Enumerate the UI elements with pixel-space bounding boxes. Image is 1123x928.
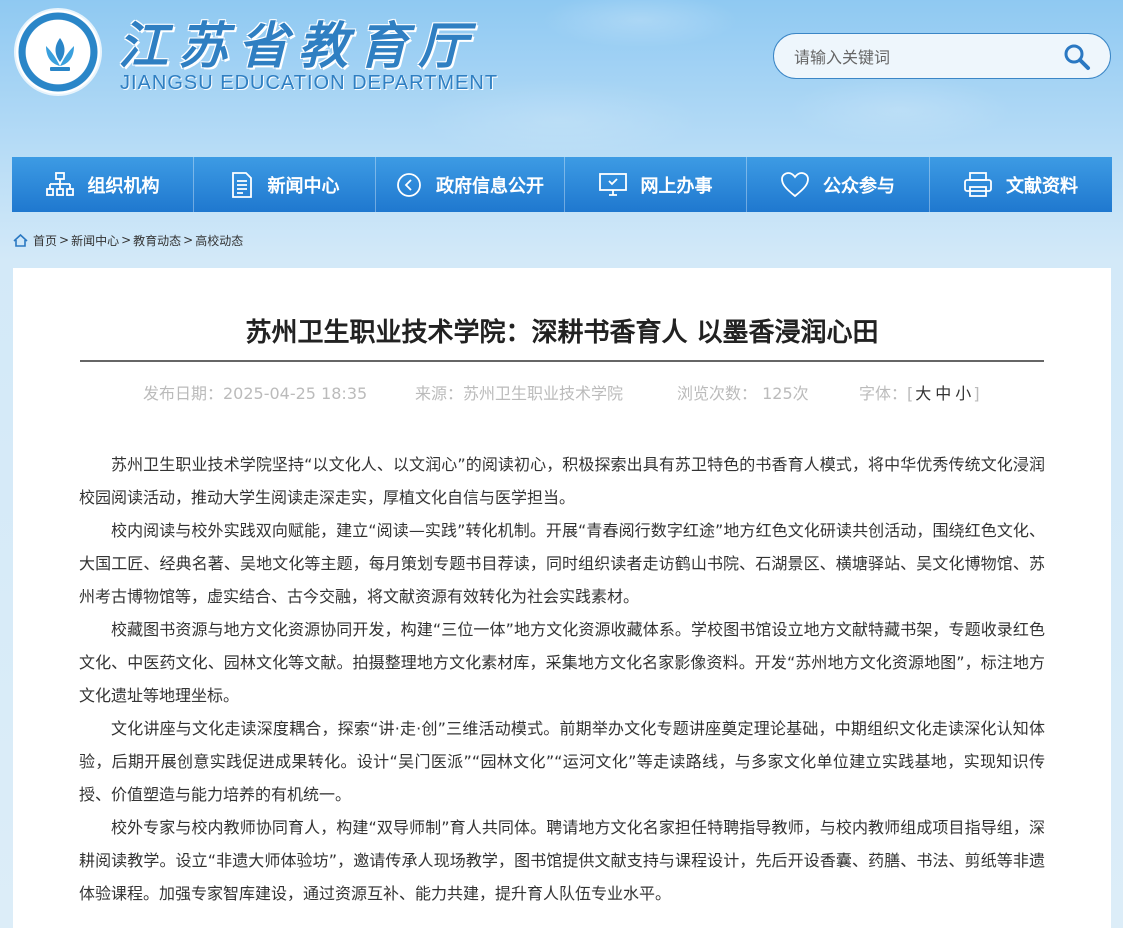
printer-icon xyxy=(964,171,992,197)
article-paragraph: 校内阅读与校外实践双向赋能，建立“阅读—实践”转化机制。开展“青春阅行数字红途”… xyxy=(79,521,1045,606)
article-paragraph: 文化讲座与文化走读深度耦合，探索“讲·走·创”三维活动模式。前期举办文化专题讲座… xyxy=(79,719,1045,804)
nav-item-label: 组织机构 xyxy=(87,175,160,197)
publish-date: 发布日期：2025-04-25 18:35 xyxy=(143,384,368,403)
article-panel: 苏州卫生职业技术学院：深耕书香育人 以墨香浸润心田 发布日期：2025-04-2… xyxy=(13,268,1111,928)
article-paragraph: 苏州卫生职业技术学院坚持“以文化人、以文润心”的阅读初心，积极探索出具有苏卫特色… xyxy=(79,455,1045,507)
site-subtitle: JIANGSU EDUCATION DEPARTMENT xyxy=(120,72,499,94)
site-title[interactable]: 江苏省教育厅 xyxy=(118,6,478,75)
main-nav: 组织机构 新闻中心 政府信息公开 网上办事 公众参与 文献资料 xyxy=(12,157,1112,212)
breadcrumb-university-news[interactable]: 高校动态 xyxy=(195,232,243,249)
play-circle-icon xyxy=(397,172,421,197)
nav-item-public-participation[interactable]: 公众参与 xyxy=(747,157,930,212)
monitor-icon xyxy=(598,172,627,196)
font-size-medium-button[interactable]: 中 xyxy=(935,384,951,403)
title-divider xyxy=(80,360,1044,362)
nav-item-label: 网上办事 xyxy=(640,175,713,197)
breadcrumb-separator: > xyxy=(59,233,70,247)
breadcrumb: 首页 > 新闻中心 > 教育动态 > 高校动态 xyxy=(13,231,243,249)
breadcrumb-home[interactable]: 首页 xyxy=(33,232,57,249)
article-title: 苏州卫生职业技术学院：深耕书香育人 以墨香浸润心田 xyxy=(245,318,879,348)
search-icon[interactable] xyxy=(1062,42,1092,72)
nav-item-label: 政府信息公开 xyxy=(436,175,544,197)
home-icon xyxy=(13,233,28,247)
breadcrumb-education-news[interactable]: 教育动态 xyxy=(133,232,181,249)
article-paragraph: 校外专家与校内教师协同育人，构建“双导师制”育人共同体。聘请地方文化名家担任特聘… xyxy=(79,818,1045,903)
nav-item-news-center[interactable]: 新闻中心 xyxy=(194,157,376,212)
breadcrumb-separator: > xyxy=(121,233,132,247)
department-emblem-icon[interactable] xyxy=(14,8,102,96)
search-box xyxy=(773,33,1111,79)
breadcrumb-news-center[interactable]: 新闻中心 xyxy=(71,232,119,249)
view-count: 浏览次数： 125次 xyxy=(677,384,809,403)
org-chart-icon xyxy=(45,171,74,196)
font-size-switch: 字体：[大中小] xyxy=(859,384,980,403)
site-header: 江苏省教育厅 JIANGSU EDUCATION DEPARTMENT xyxy=(0,0,1123,150)
article-meta: 发布日期：2025-04-25 18:35 来源：苏州卫生职业技术学院 浏览次数… xyxy=(80,380,1044,403)
article-body: 苏州卫生职业技术学院坚持“以文化人、以文润心”的阅读初心，积极探索出具有苏卫特色… xyxy=(79,448,1045,910)
nav-item-organization[interactable]: 组织机构 xyxy=(12,157,194,212)
article-source: 来源：苏州卫生职业技术学院 xyxy=(415,384,624,403)
nav-item-label: 文献资料 xyxy=(1006,175,1078,197)
heart-icon xyxy=(781,171,809,197)
nav-item-gov-info[interactable]: 政府信息公开 xyxy=(376,157,565,212)
article-paragraph: 校藏图书资源与地方文化资源协同开发，构建“三位一体”地方文化资源收藏体系。学校图… xyxy=(79,620,1045,705)
document-icon xyxy=(231,171,252,198)
nav-item-label: 新闻中心 xyxy=(267,175,340,197)
font-size-label: 字体： xyxy=(859,384,908,403)
nav-item-documents[interactable]: 文献资料 xyxy=(930,157,1112,212)
breadcrumb-separator: > xyxy=(183,233,194,247)
nav-item-online-services[interactable]: 网上办事 xyxy=(565,157,747,212)
search-input[interactable] xyxy=(794,44,1054,70)
nav-item-label: 公众参与 xyxy=(823,175,895,197)
font-size-large-button[interactable]: 大 xyxy=(915,384,931,403)
font-size-small-button[interactable]: 小 xyxy=(955,384,971,403)
